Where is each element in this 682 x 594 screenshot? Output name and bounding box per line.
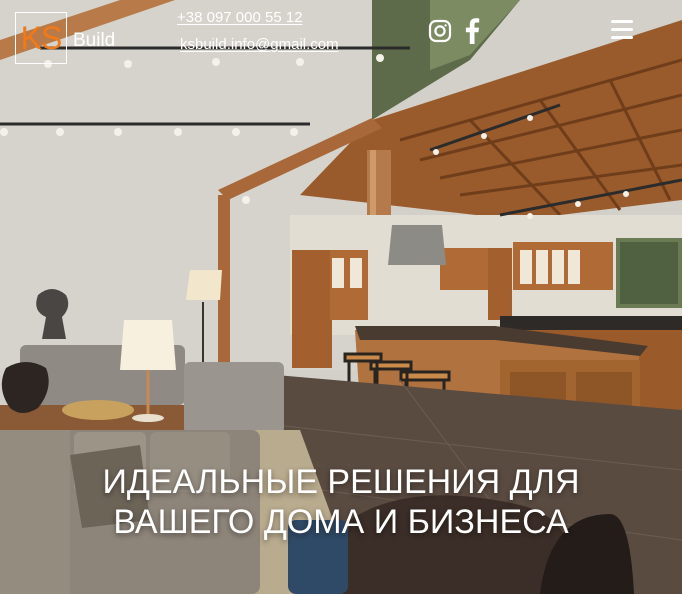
hamburger-menu-icon[interactable] [611, 20, 635, 40]
social-links [428, 18, 480, 44]
hero-section: KS Build +38 097 000 55 12 ksbuild.info@… [0, 0, 682, 594]
facebook-icon[interactable] [464, 18, 480, 44]
logo-mark-box: KS [15, 12, 67, 64]
brand-name: Build [73, 30, 116, 51]
hero-headline-line-2: вашего дома и бизнеса [113, 503, 569, 541]
hero-headline: Идеальные решения для вашего дома и бизн… [0, 462, 682, 542]
phone-link[interactable]: +38 097 000 55 12 [177, 8, 339, 27]
email-link[interactable]: ksbuild.info@gmail.com [177, 35, 339, 54]
hero-headline-line-1: Идеальные решения для [102, 463, 580, 501]
site-header: KS Build +38 097 000 55 12 ksbuild.info@… [0, 0, 682, 70]
logo-mark: KS [20, 19, 63, 56]
contact-info: +38 097 000 55 12 ksbuild.info@gmail.com [177, 8, 339, 54]
brand-logo[interactable]: KS Build [15, 12, 115, 64]
instagram-icon[interactable] [428, 19, 452, 43]
